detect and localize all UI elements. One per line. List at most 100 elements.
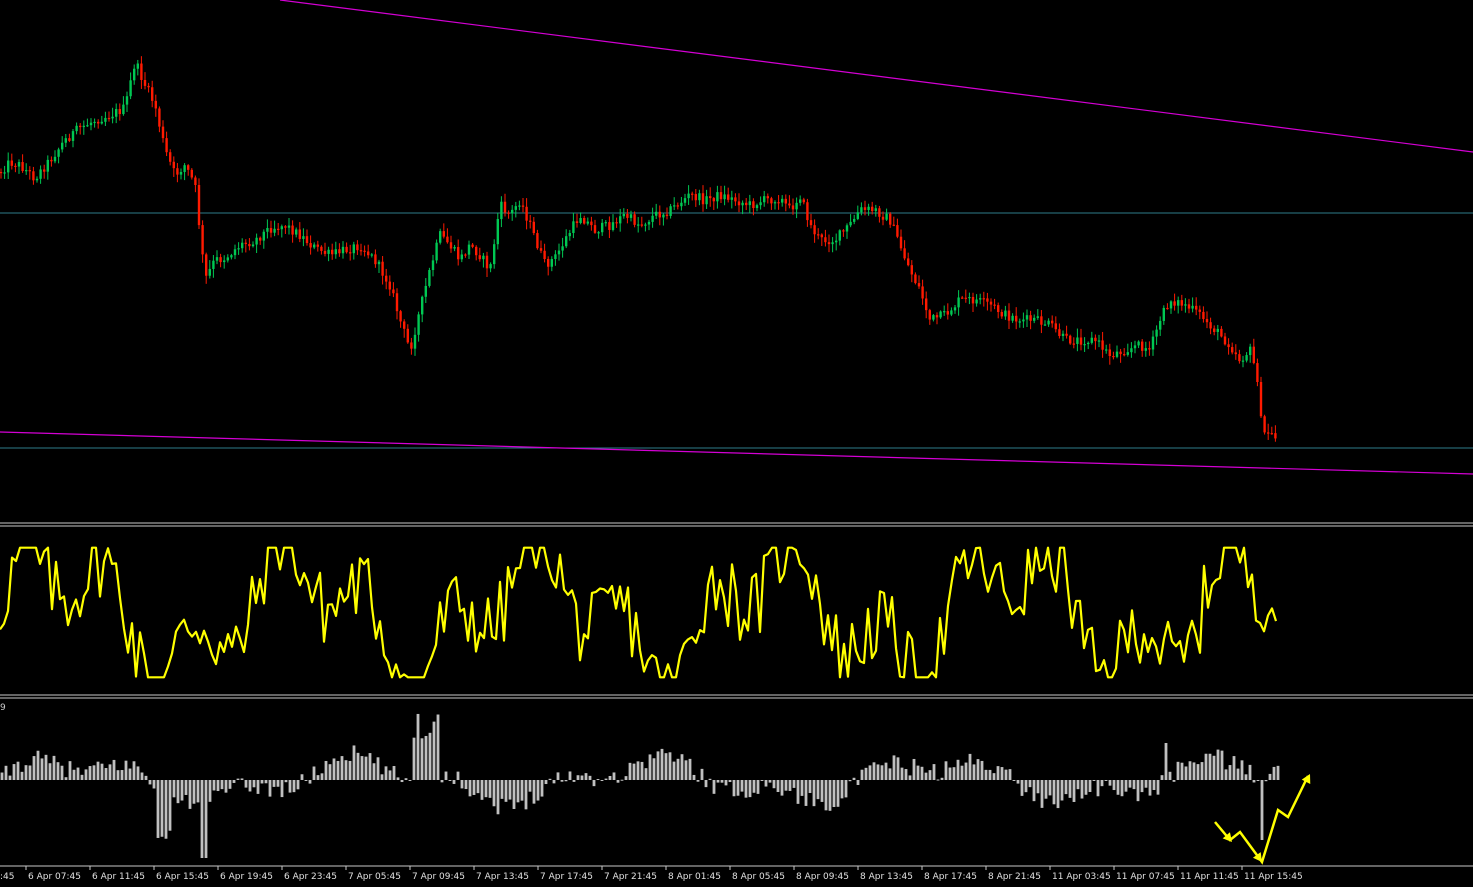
bull-candle <box>1151 336 1155 350</box>
histogram-bar <box>136 766 140 780</box>
bull-candle <box>860 207 863 213</box>
bull-candle <box>435 242 438 261</box>
bear-candle <box>529 220 532 222</box>
price-panel[interactable] <box>0 0 1473 475</box>
histogram-bar <box>808 780 812 793</box>
histogram-bar <box>708 778 712 780</box>
bear-candle <box>971 296 975 304</box>
histogram-bar <box>1272 766 1276 780</box>
histogram-bar <box>728 780 732 783</box>
bull-candle <box>838 230 841 241</box>
bear-candle <box>1029 315 1032 321</box>
histogram-bar <box>632 763 636 780</box>
histogram-bar <box>216 780 220 792</box>
bear-candle <box>259 237 262 241</box>
histogram-bar <box>300 774 304 780</box>
histogram-bar <box>1096 780 1100 797</box>
histogram-bar <box>820 780 824 802</box>
histogram-bar <box>144 775 148 780</box>
trendline[interactable] <box>279 0 1473 153</box>
histogram-bar <box>32 756 36 780</box>
bear-candle <box>521 205 525 207</box>
bear-candle <box>1101 340 1104 350</box>
bear-candle <box>10 160 13 166</box>
histogram-bar <box>836 780 840 807</box>
bear-candle <box>982 298 985 300</box>
time-axis-label: 8 Apr 01:45 <box>668 872 721 882</box>
histogram-bar <box>892 755 896 780</box>
histogram-bar <box>1132 780 1136 790</box>
bull-candle <box>1169 301 1173 309</box>
bull-candle <box>759 202 762 206</box>
histogram-bar <box>412 737 416 780</box>
oscillator-panel[interactable] <box>0 546 1278 679</box>
bear-candle <box>691 193 694 195</box>
histogram-bar <box>844 780 848 798</box>
bull-candle <box>845 225 849 232</box>
histogram-bar <box>1008 769 1012 780</box>
histogram-bar <box>404 778 408 780</box>
histogram-bar <box>444 771 448 780</box>
bull-candle <box>133 68 136 81</box>
bear-candle <box>1000 312 1003 317</box>
histogram-bar <box>508 780 512 800</box>
histogram-bar <box>1000 767 1004 780</box>
bear-candle <box>1112 355 1115 358</box>
histogram-bar <box>316 775 320 780</box>
histogram-bar <box>472 780 476 795</box>
bear-candle <box>345 246 348 253</box>
histogram-bar <box>340 756 344 780</box>
bull-candle <box>482 255 485 260</box>
histogram-bar <box>884 762 888 780</box>
oscillator-line[interactable] <box>0 546 1278 679</box>
histogram-bar <box>856 780 860 785</box>
bull-candle <box>781 198 784 203</box>
histogram-bar <box>700 768 704 780</box>
histogram-panel[interactable] <box>0 713 1280 858</box>
histogram-bar <box>956 759 960 780</box>
bull-candle <box>687 193 690 199</box>
histogram-bar <box>168 780 172 831</box>
histogram-bar <box>732 780 736 797</box>
bear-candle <box>727 194 730 200</box>
chart-window[interactable]: 9 6 Apr 07:45 6 Apr 11:45 6 Apr 15:45 6 Apr… <box>0 0 1473 883</box>
histogram-bar <box>452 780 456 784</box>
bull-candle <box>1105 349 1108 351</box>
bull-candle <box>413 334 417 349</box>
bear-candle <box>323 250 327 254</box>
bull-candle <box>453 247 456 249</box>
trendline[interactable] <box>0 431 1473 475</box>
histogram-bar <box>724 780 728 786</box>
bull-candle <box>629 214 633 218</box>
histogram-bar <box>740 780 744 792</box>
bear-candle <box>892 224 895 226</box>
histogram-bar <box>592 780 596 787</box>
histogram-bar <box>640 761 644 780</box>
bear-candle <box>395 293 399 312</box>
histogram-bar <box>796 780 800 804</box>
bear-candle <box>50 159 53 162</box>
histogram-bar <box>896 757 900 780</box>
histogram-bar <box>248 780 252 792</box>
bear-candle <box>43 169 46 172</box>
histogram-bar <box>1156 780 1160 795</box>
histogram-bar <box>72 769 76 780</box>
time-axis-label: 6 Apr 15:45 <box>156 872 209 882</box>
histogram-bar <box>964 762 968 780</box>
bull-candle <box>179 172 183 175</box>
histogram-bar <box>208 780 212 802</box>
bear-candle <box>403 321 406 329</box>
bull-candle <box>763 196 766 203</box>
bear-candle <box>1238 354 1241 362</box>
histogram-bar <box>336 760 340 780</box>
histogram-bar <box>200 780 204 858</box>
bear-candle <box>712 198 715 202</box>
bull-candle <box>518 205 521 207</box>
bull-candle <box>280 226 283 230</box>
time-axis-label: 7 Apr 05:45 <box>348 872 401 882</box>
bull-candle <box>1133 345 1137 349</box>
histogram-bar <box>1212 755 1216 780</box>
bear-candle <box>338 249 341 254</box>
histogram-bar <box>888 768 892 780</box>
bear-candle <box>701 193 705 205</box>
